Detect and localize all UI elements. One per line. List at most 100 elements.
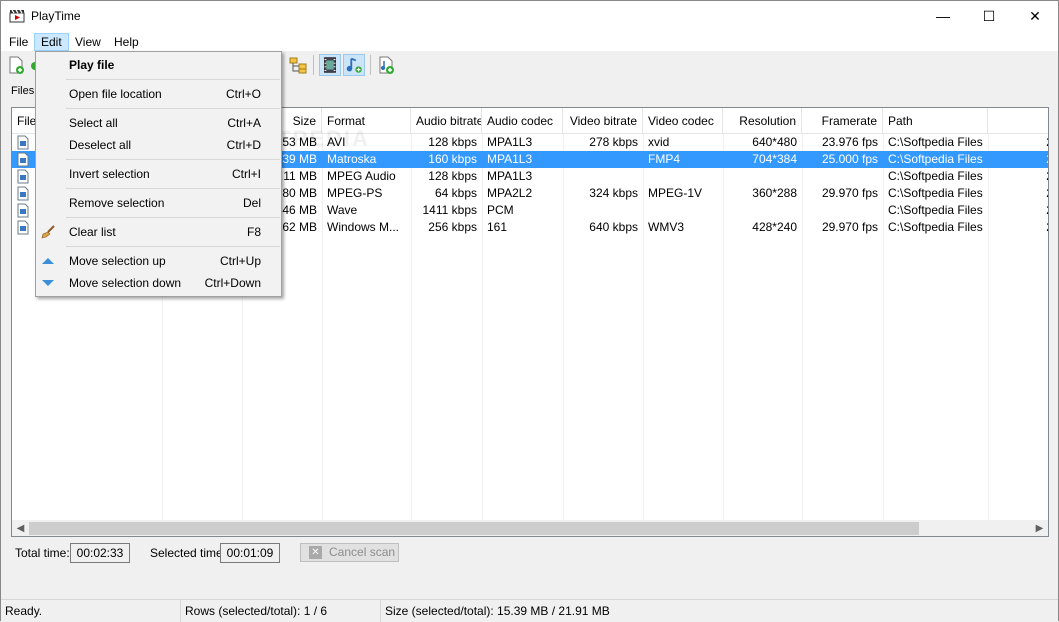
column-header-video-bitrate[interactable]: Video bitrate	[563, 108, 643, 134]
column-header-framerate[interactable]: Framerate	[802, 108, 883, 134]
cell-format: Windows M...	[327, 220, 400, 234]
edit-menu-dropdown: Play file Open file location Ctrl+O Sele…	[35, 51, 282, 297]
cell-format: Matroska	[327, 152, 377, 166]
add-file-icon[interactable]	[5, 54, 27, 76]
menu-item-invert-selection[interactable]: Invert selection Ctrl+I	[36, 163, 281, 185]
cell-framerate	[802, 168, 883, 185]
menu-item-open-file-location[interactable]: Open file location Ctrl+O	[36, 83, 281, 105]
film-file-icon	[17, 186, 29, 201]
cell-video-codec	[643, 202, 723, 219]
tab-files[interactable]: Files	[11, 85, 34, 97]
scrollbar-thumb[interactable]	[29, 522, 919, 535]
cell-audio-bitrate: 128 kbps	[428, 135, 477, 149]
cell-date: 2014/0	[988, 219, 1048, 236]
menu-item-remove-selection[interactable]: Remove selection Del	[36, 192, 281, 214]
close-button[interactable]: ✕	[1012, 1, 1058, 31]
menu-help[interactable]: Help	[108, 33, 145, 51]
minimize-button[interactable]: —	[920, 1, 966, 31]
cancel-scan-button[interactable]: ✕ Cancel scan	[300, 543, 399, 562]
menu-file[interactable]: File	[3, 33, 34, 51]
video-file-icon	[17, 152, 29, 167]
cell-resolution	[723, 168, 802, 185]
cell-video-bitrate	[563, 168, 643, 185]
add-audio-file-icon[interactable]	[375, 54, 397, 76]
menu-item-clear-list[interactable]: Clear list F8	[36, 221, 281, 243]
cell-audio-codec: MPA1L3	[487, 169, 533, 183]
cell-date: 2014/0	[988, 202, 1048, 219]
cell-path: C:\Softpedia Files	[888, 186, 983, 200]
menu-item-deselect-all[interactable]: Deselect all Ctrl+D	[36, 134, 281, 156]
arrow-up-icon	[42, 258, 54, 264]
menu-separator	[66, 246, 280, 247]
cell-path: C:\Softpedia Files	[888, 203, 983, 217]
tree-view-icon[interactable]	[287, 54, 309, 76]
scroll-right-icon[interactable]: ▶	[1031, 520, 1048, 536]
cell-date: 2015/0	[988, 168, 1048, 185]
column-header-date[interactable]	[988, 108, 1048, 134]
toolbar-separator	[370, 55, 371, 75]
cell-audio-codec: MPA2L2	[487, 186, 533, 200]
video-file-icon	[17, 220, 29, 235]
cell-audio-bitrate: 1411 kbps	[422, 203, 478, 217]
broom-icon	[41, 225, 55, 239]
cell-video-bitrate: 324 kbps	[589, 186, 638, 200]
cell-video-bitrate: 640 kbps	[589, 220, 638, 234]
cell-framerate: 25.000 fps	[821, 152, 878, 166]
video-filter-icon[interactable]	[319, 54, 341, 76]
cell-audio-bitrate: 160 kbps	[428, 152, 477, 166]
cell-framerate: 29.970 fps	[821, 186, 878, 200]
column-header-video-codec[interactable]: Video codec	[643, 108, 723, 134]
status-bar: Ready. Rows (selected/total): 1 / 6 Size…	[1, 599, 1058, 622]
cell-path: C:\Softpedia Files	[888, 220, 983, 234]
menu-item-move-selection-down[interactable]: Move selection down Ctrl+Down	[36, 272, 281, 294]
menu-view[interactable]: View	[69, 33, 107, 51]
cell-framerate: 23.976 fps	[821, 135, 878, 149]
column-header-resolution[interactable]: Resolution	[723, 108, 802, 134]
cell-framerate	[802, 202, 883, 219]
column-header-audio-bitrate[interactable]: Audio bitrate	[411, 108, 482, 134]
minimize-icon: —	[936, 8, 950, 24]
total-time-label: Total time:	[15, 546, 70, 560]
audio-file-icon	[17, 203, 29, 218]
cell-audio-bitrate: 64 kbps	[434, 186, 477, 200]
cell-resolution: 704*384	[752, 152, 797, 166]
cell-video-codec: xvid	[648, 135, 670, 149]
audio-filter-icon[interactable]	[343, 54, 365, 76]
menu-item-select-all[interactable]: Select all Ctrl+A	[36, 112, 281, 134]
cell-video-bitrate	[563, 202, 643, 219]
total-time-value: 00:02:33	[70, 543, 130, 563]
cell-video-codec: WMV3	[648, 220, 684, 234]
menu-bar: File Edit View Help	[1, 31, 1058, 51]
cell-format: MPEG Audio	[327, 169, 396, 183]
music-file-icon	[17, 169, 29, 184]
menu-separator	[66, 217, 280, 218]
column-header-path[interactable]: Path	[883, 108, 988, 134]
cell-resolution: 640*480	[752, 135, 797, 149]
menu-item-move-selection-up[interactable]: Move selection up Ctrl+Up	[36, 250, 281, 272]
cell-audio-bitrate: 128 kbps	[428, 169, 477, 183]
cancel-scan-label: Cancel scan	[329, 545, 396, 559]
cell-audio-codec: MPA1L3	[487, 135, 533, 149]
column-header-format[interactable]: Format	[322, 108, 411, 134]
horizontal-scrollbar[interactable]: ◀ ▶	[12, 520, 1048, 536]
cell-path: C:\Softpedia Files	[888, 135, 983, 149]
cell-audio-codec: PCM	[487, 203, 514, 217]
column-header-audio-codec[interactable]: Audio codec	[482, 108, 563, 134]
cell-date: 2014/1	[988, 134, 1048, 151]
cell-video-codec: MPEG-1V	[648, 186, 703, 200]
cell-resolution: 428*240	[752, 220, 797, 234]
cell-format: MPEG-PS	[327, 186, 383, 200]
cell-video-bitrate	[563, 151, 643, 168]
cell-audio-codec: 161	[487, 220, 508, 234]
status-state: Ready.	[1, 600, 181, 622]
menu-edit[interactable]: Edit	[34, 33, 69, 51]
app-window: PlayTime — ☐ ✕ File Edit View Help Files…	[0, 0, 1059, 622]
cell-video-bitrate: 278 kbps	[589, 135, 638, 149]
cell-resolution: 360*288	[752, 186, 797, 200]
scroll-left-icon[interactable]: ◀	[12, 520, 29, 536]
cell-path: C:\Softpedia Files	[888, 152, 983, 166]
maximize-button[interactable]: ☐	[966, 1, 1012, 31]
video-file-icon	[17, 135, 29, 150]
menu-item-play-file[interactable]: Play file	[36, 54, 281, 76]
window-title: PlayTime	[31, 9, 81, 23]
